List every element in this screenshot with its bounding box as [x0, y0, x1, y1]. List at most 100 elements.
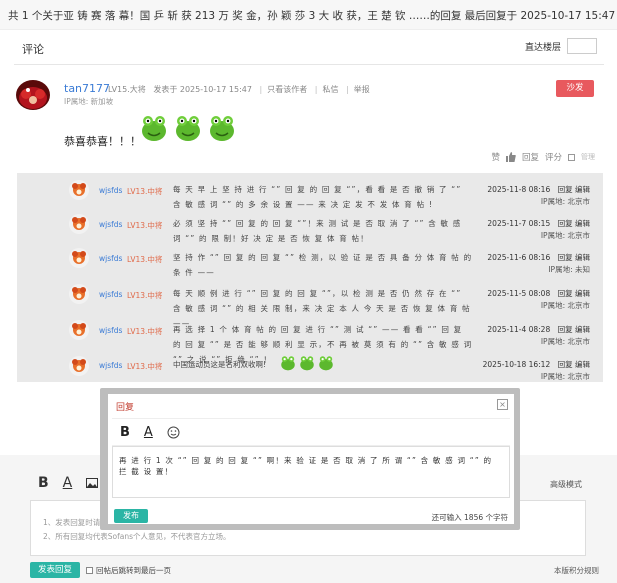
jump-last-page-option[interactable]: 回帖后跳转到最后一页 — [86, 565, 171, 576]
reply-ip: IP属地: 北京市 — [540, 231, 590, 240]
editor-hint-1: 1、发表回复时请 — [43, 518, 101, 527]
post-ip: IP属地: 新加坡 — [64, 97, 114, 106]
avatar[interactable] — [16, 80, 50, 110]
reply-username[interactable]: wjsfds — [99, 186, 122, 195]
reply-button[interactable]: 回复 — [558, 185, 573, 194]
post-reply-button[interactable]: 发表回复 — [30, 562, 80, 578]
reply-username[interactable]: wjsfds — [99, 361, 122, 370]
reply-text: 坚 持 作 “” 回 复 的 回 复 “” 检 测，以 验 证 是 否 具 备 … — [173, 253, 473, 277]
reply-avatar[interactable] — [69, 320, 89, 340]
reply-button[interactable]: 回复 — [558, 325, 573, 334]
jump-input[interactable] — [567, 38, 597, 54]
thumbs-up-icon[interactable] — [505, 152, 516, 162]
green-creature-emoji-icon — [281, 356, 295, 371]
reply-username[interactable]: wjsfds — [99, 326, 122, 335]
reply-date: 2025-11-4 08:28 — [487, 325, 551, 334]
bold-icon[interactable]: B — [38, 475, 49, 491]
post-level: LV15.大将 — [108, 85, 146, 94]
image-icon[interactable] — [86, 478, 99, 488]
reply-modal: 回复 × B A 再 进 行 1 次 “” 回 复 的 回 复 “” 啊！来 验… — [108, 394, 514, 524]
post-meta: LV15.大将 发表于 2025-10-17 15:47 | 只看该作者 | 私信 … — [108, 85, 370, 94]
only-author-link[interactable]: 只看该作者 — [267, 85, 307, 94]
edit-button[interactable]: 编辑 — [575, 289, 590, 298]
like-button[interactable]: 赞 — [491, 151, 500, 163]
reply-text: 中国运动员这是名利双收啊! — [173, 360, 267, 369]
reply-ip: IP属地: 未知 — [548, 265, 590, 274]
jump-label: 直达楼层 — [524, 42, 561, 53]
reply-text: 必 须 坚 持 “” 回 复 的 回 复 “”！来 测 试 是 否 取 消 了 … — [173, 219, 462, 243]
score-rules-link[interactable]: 本版积分规则 — [554, 565, 599, 576]
green-creature-emoji-icon — [142, 116, 166, 141]
reply-button[interactable]: 回复 — [558, 360, 573, 369]
reply-button[interactable]: 回复 — [558, 253, 573, 262]
reply-text: 每 天 早 上 坚 持 进 行 “” 回 复 的 回 复 “”，看 看 是 否 … — [173, 185, 462, 209]
rate-button[interactable]: 评分 — [545, 151, 562, 163]
reply-date-actions: 2025-10-18 16:12 回复 编辑 — [483, 359, 590, 370]
green-creature-emoji-icon — [319, 356, 333, 371]
reply-avatar[interactable] — [69, 180, 89, 200]
report-link[interactable]: 举报 — [354, 85, 370, 94]
edit-button[interactable]: 编辑 — [575, 253, 590, 262]
section-title: 评论 — [22, 43, 44, 56]
reply-avatar[interactable] — [69, 356, 89, 376]
edit-button[interactable]: 编辑 — [575, 360, 590, 369]
reply-date: 2025-11-7 08:15 — [487, 219, 551, 228]
reply-avatar[interactable] — [69, 284, 89, 304]
reply-username[interactable]: wjsfds — [99, 290, 122, 299]
reply-button[interactable]: 回复 — [522, 151, 539, 163]
divider — [14, 64, 604, 65]
jump-to-floor: 直达楼层 — [525, 38, 597, 54]
reply-date-actions: 2025-11-6 08:16 回复 编辑 — [487, 252, 590, 263]
manage-checkbox[interactable] — [568, 153, 575, 161]
topic-title: 共 1 个关于亚 铸 赛 落 幕！国 乒 斩 获 213 万 奖 金，孙 颖 莎… — [8, 10, 616, 22]
reply-ip: IP属地: 北京市 — [540, 372, 590, 381]
bold-icon[interactable]: B — [120, 425, 130, 440]
editor-toolbar: B A — [38, 475, 99, 491]
reply-username[interactable]: wjsfds — [99, 220, 122, 229]
jump-last-page-label: 回帖后跳转到最后一页 — [96, 566, 171, 575]
reply-level: LV13.中将 — [127, 221, 163, 230]
topic-bar: 共 1 个关于亚 铸 赛 落 幕！国 乒 斩 获 213 万 奖 金，孙 颖 莎… — [0, 0, 617, 30]
reply-date: 2025-11-8 08:16 — [487, 185, 551, 194]
edit-button[interactable]: 编辑 — [575, 325, 590, 334]
font-color-icon[interactable]: A — [63, 475, 73, 491]
reply-emoji-group — [279, 354, 335, 372]
post-username[interactable]: tan7177 — [64, 82, 110, 95]
green-creature-emoji-icon — [210, 116, 234, 141]
edit-button[interactable]: 编辑 — [575, 185, 590, 194]
reply-username[interactable]: wjsfds — [99, 254, 122, 263]
reply-button[interactable]: 回复 — [558, 289, 573, 298]
reply-date-actions: 2025-11-8 08:16 回复 编辑 — [487, 184, 590, 195]
post-actions: 赞 回复 评分 管理 — [491, 151, 595, 163]
post-content: 恭喜恭喜！！！ — [64, 135, 141, 148]
sofa-badge: 沙发 — [556, 80, 594, 97]
reply-level: LV13.中将 — [127, 327, 163, 336]
modal-publish-button[interactable]: 发布 — [114, 509, 148, 523]
reply-list: wjsfds LV13.中将 每 天 早 上 坚 持 进 行 “” 回 复 的 … — [17, 173, 603, 382]
reply-level: LV13.中将 — [127, 255, 163, 264]
reply-date-actions: 2025-11-7 08:15 回复 编辑 — [487, 218, 590, 229]
message-link[interactable]: 私信 — [322, 85, 338, 94]
post-date: 发表于 2025-10-17 15:47 — [153, 85, 252, 94]
advanced-mode-link[interactable]: 高级模式 — [550, 479, 582, 490]
reply-date: 2025-10-18 16:12 — [482, 360, 551, 369]
reply-level: LV13.中将 — [127, 291, 163, 300]
emoji-group — [138, 112, 238, 144]
green-creature-emoji-icon — [300, 356, 314, 371]
smiley-icon[interactable] — [167, 426, 180, 439]
reply-date: 2025-11-5 08:08 — [487, 289, 551, 298]
manage-label: 管理 — [581, 153, 595, 161]
reply-ip: IP属地: 北京市 — [540, 337, 590, 346]
close-icon[interactable]: × — [497, 399, 508, 410]
green-creature-emoji-icon — [176, 116, 200, 141]
char-count: 还可输入 1856 个字符 — [431, 513, 508, 522]
reply-avatar[interactable] — [69, 248, 89, 268]
edit-button[interactable]: 编辑 — [575, 219, 590, 228]
reply-avatar[interactable] — [69, 214, 89, 234]
reply-button[interactable]: 回复 — [558, 219, 573, 228]
jump-last-page-checkbox[interactable] — [86, 567, 93, 574]
editor-hint-2: 2、所有回复均代表Sofans个人意见，不代表官方立场。 — [43, 532, 231, 541]
font-color-icon[interactable]: A — [144, 425, 153, 440]
modal-textarea[interactable]: 再 进 行 1 次 “” 回 复 的 回 复 “” 啊！来 验 证 是 否 取 … — [112, 446, 510, 498]
reply-date-actions: 2025-11-5 08:08 回复 编辑 — [487, 288, 590, 299]
